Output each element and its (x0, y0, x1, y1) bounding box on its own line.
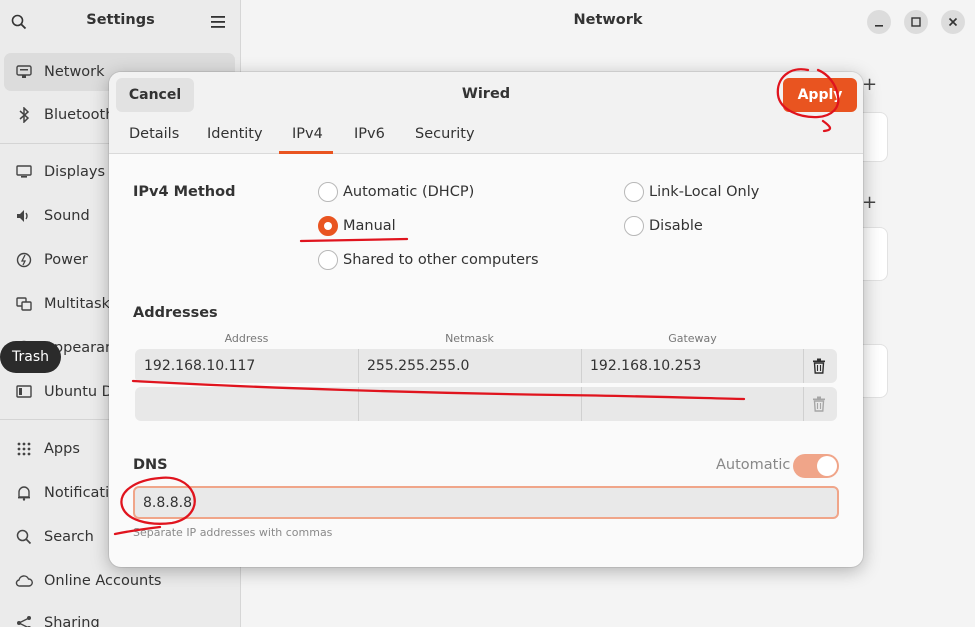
address-field[interactable] (135, 387, 358, 421)
sidebar-item-label: Network (44, 64, 105, 80)
radio-link-local-only[interactable]: Link-Local Only (624, 182, 759, 202)
column-header-netmask: Netmask (445, 332, 494, 345)
sidebar-item-online-accounts[interactable]: Online Accounts (4, 562, 235, 600)
radio-button-checked[interactable] (318, 216, 338, 236)
trash-tooltip: Trash (0, 341, 61, 373)
add-icon[interactable]: + (862, 192, 877, 213)
radio-button[interactable] (318, 182, 338, 202)
display-icon (4, 165, 44, 179)
tab-ipv6[interactable]: IPv6 (354, 126, 385, 142)
apply-button[interactable]: Apply (783, 78, 857, 112)
column-header-gateway: Gateway (668, 332, 717, 345)
sidebar-item-label: Bluetooth (44, 107, 115, 123)
radio-label: Link-Local Only (649, 184, 760, 200)
dialog-header: Cancel Wired Apply Details Identity IPv4… (109, 72, 863, 154)
gateway-field[interactable]: 192.168.10.253 (581, 349, 803, 383)
sidebar-item-sharing[interactable]: Sharing (4, 604, 235, 627)
power-icon (4, 252, 44, 268)
dns-input[interactable]: 8.8.8.8 (133, 486, 839, 519)
active-tab-indicator (279, 151, 333, 154)
column-header-address: Address (224, 332, 269, 345)
netmask-field[interactable]: 255.255.255.0 (358, 349, 581, 383)
maximize-button[interactable] (904, 10, 928, 34)
radio-label: Automatic (DHCP) (343, 184, 475, 200)
apps-icon (4, 442, 44, 456)
radio-automatic-dhcp[interactable]: Automatic (DHCP) (318, 182, 474, 202)
radio-label: Disable (649, 218, 703, 234)
toggle-knob (817, 456, 837, 476)
sound-icon (4, 209, 44, 223)
tab-details[interactable]: Details (129, 126, 179, 142)
sidebar-header: Settings (0, 0, 241, 44)
multitasking-icon (4, 297, 44, 311)
network-icon (4, 65, 44, 79)
radio-button[interactable] (624, 216, 644, 236)
addresses-label: Addresses (133, 305, 218, 321)
radio-button[interactable] (318, 250, 338, 270)
netmask-field[interactable] (358, 387, 581, 421)
address-field[interactable]: 192.168.10.117 (135, 349, 358, 383)
sidebar-item-label: Sharing (44, 615, 100, 627)
sidebar-title: Settings (86, 12, 155, 28)
ipv4-method-label: IPv4 Method (133, 184, 236, 200)
bell-icon (4, 485, 44, 501)
sidebar-item-label: Online Accounts (44, 573, 162, 589)
sidebar-item-label: Sound (44, 208, 90, 224)
tab-ipv4[interactable]: IPv4 (292, 126, 323, 142)
bluetooth-icon (4, 107, 44, 123)
close-button[interactable] (941, 10, 965, 34)
dns-automatic-toggle[interactable] (793, 454, 839, 478)
wired-dialog: Cancel Wired Apply Details Identity IPv4… (109, 72, 863, 567)
trash-icon[interactable] (810, 357, 828, 375)
sidebar-item-label: Power (44, 252, 88, 268)
minimize-button[interactable] (867, 10, 891, 34)
trash-icon (810, 395, 828, 413)
address-row-empty (135, 387, 837, 421)
cell-divider (803, 349, 804, 383)
dialog-title: Wired (461, 86, 511, 102)
gateway-field[interactable] (581, 387, 803, 421)
dns-automatic-label: Automatic (716, 457, 791, 473)
share-icon (4, 615, 44, 627)
cell-divider (803, 387, 804, 421)
radio-manual[interactable]: Manual (318, 216, 396, 236)
radio-shared[interactable]: Shared to other computers (318, 250, 539, 270)
menu-icon[interactable] (208, 12, 228, 32)
radio-label: Shared to other computers (343, 252, 539, 268)
address-row: 192.168.10.117 255.255.255.0 192.168.10.… (135, 349, 837, 383)
radio-label: Manual (343, 218, 396, 234)
cloud-icon (4, 575, 44, 587)
search-icon (4, 529, 44, 545)
tab-security[interactable]: Security (415, 126, 475, 142)
add-icon[interactable]: + (862, 74, 877, 95)
dns-label: DNS (133, 457, 168, 473)
tab-identity[interactable]: Identity (207, 126, 263, 142)
page-title: Network (573, 12, 643, 28)
ubuntu-desktop-icon (4, 385, 44, 399)
sidebar-item-label: Apps (44, 441, 80, 457)
radio-disable[interactable]: Disable (624, 216, 703, 236)
dns-hint: Separate IP addresses with commas (133, 526, 333, 539)
radio-button[interactable] (624, 182, 644, 202)
sidebar-item-label: Search (44, 529, 94, 545)
sidebar-item-label: Displays (44, 164, 106, 180)
